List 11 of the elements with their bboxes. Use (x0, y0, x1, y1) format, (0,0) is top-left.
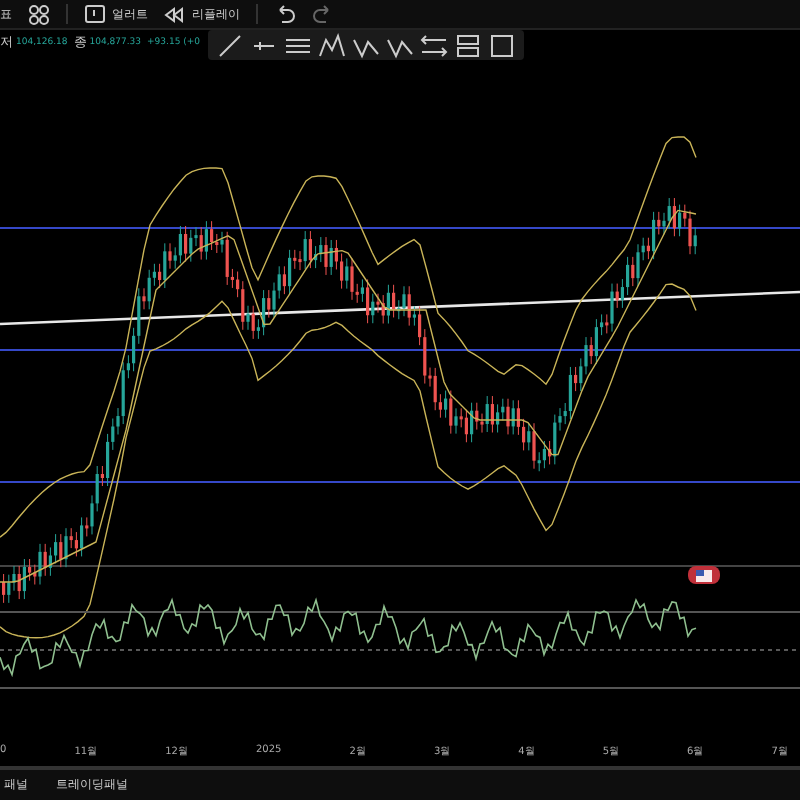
alert-icon (84, 3, 106, 25)
pattern-icon[interactable] (318, 31, 346, 59)
replay-icon (164, 3, 186, 25)
rectangle-icon[interactable] (488, 31, 516, 59)
rectangles-icon[interactable] (454, 31, 482, 59)
arrows-icon[interactable] (420, 31, 448, 59)
undo-icon[interactable] (274, 3, 296, 25)
grid-icon[interactable] (28, 3, 50, 25)
line-icon[interactable] (216, 31, 244, 59)
redo-icon[interactable] (312, 3, 334, 25)
flag-badge[interactable] (688, 566, 720, 584)
